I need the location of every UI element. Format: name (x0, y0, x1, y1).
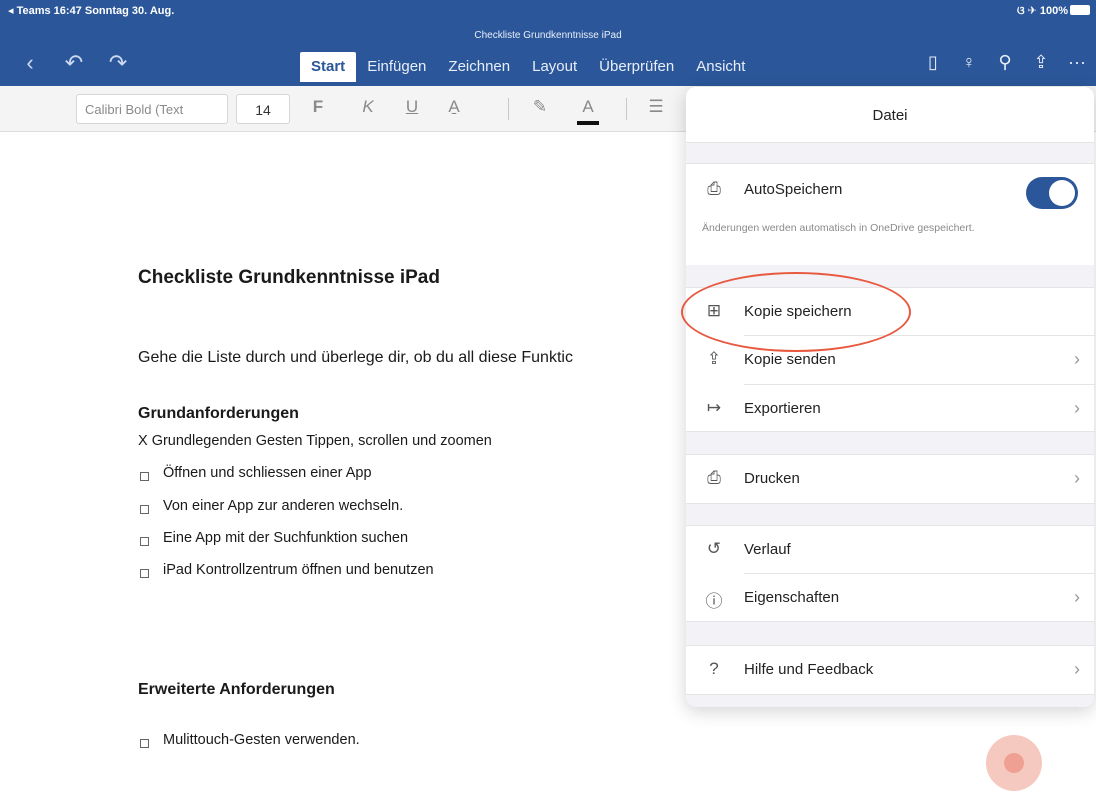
more-icon[interactable]: ··· (1066, 52, 1088, 73)
autosave-row: ⎙ AutoSpeichern (686, 166, 1094, 214)
checklist-item: Öffnen und schliessen einer App (163, 465, 372, 481)
doc-intro: Gehe die Liste durch und überlege dir, o… (138, 349, 573, 366)
header-actions: ▯ ♀ ⚲ ⇪ ··· (922, 52, 1088, 73)
ribbon-divider (626, 98, 627, 120)
history-icon: ↺ (706, 539, 722, 558)
section-heading-advanced: Erweiterte Anforderungen (138, 681, 335, 698)
doc-heading: Checkliste Grundkenntnisse iPad (138, 267, 440, 288)
menu-item-help[interactable]: ? Hilfe und Feedback › (686, 646, 1094, 694)
panel-title: Datei (686, 87, 1094, 143)
doc-line-x: X Grundlegenden Gesten Tippen, scrollen … (138, 433, 492, 449)
tab-ueberpruefen[interactable]: Überprüfen (588, 52, 685, 82)
ribbon-divider (508, 98, 509, 120)
menu-item-label: Eigenschaften (744, 589, 840, 606)
checkbox-icon[interactable] (140, 739, 149, 748)
text-effects-icon[interactable]: A̱ (442, 97, 466, 117)
share-icon[interactable]: ⇪ (1030, 52, 1052, 73)
chevron-right-icon: › (1074, 587, 1080, 607)
assistive-touch-button[interactable] (986, 735, 1042, 791)
back-icon[interactable]: ‹ (18, 50, 42, 76)
checkbox-icon[interactable] (140, 537, 149, 546)
info-icon: ⓘ (705, 592, 723, 611)
chevron-right-icon: › (1074, 659, 1080, 679)
checkbox-icon[interactable] (140, 472, 149, 481)
printer-icon: ⎙ (707, 468, 721, 487)
tab-ansicht[interactable]: Ansicht (685, 52, 756, 82)
search-icon[interactable]: ⚲ (994, 52, 1016, 73)
bold-button[interactable]: F (306, 97, 330, 117)
autosave-group: ⎙ AutoSpeichern (686, 163, 1094, 265)
export-icon: ↦ (706, 398, 722, 417)
menu-item-export[interactable]: ↦ Exportieren › (686, 385, 1094, 433)
battery-icon (1070, 5, 1090, 15)
highlighter-icon[interactable]: ✎ (528, 97, 552, 117)
print-group: ⎙ Drucken › (686, 454, 1094, 504)
checklist-item: Eine App mit der Suchfunktion suchen (163, 530, 409, 546)
status-right: ଓ ✈ 100% (1016, 5, 1068, 17)
phone-view-icon[interactable]: ▯ (922, 52, 944, 73)
tab-zeichnen[interactable]: Zeichnen (437, 52, 521, 82)
font-color-button[interactable]: A (576, 97, 600, 117)
font-name-field[interactable]: Calibri Bold (Text (76, 94, 228, 124)
document-title: Checkliste Grundkenntnisse iPad (474, 30, 622, 41)
menu-item-label: Drucken (744, 470, 800, 487)
bullet-list-icon[interactable]: ☰ (644, 97, 668, 117)
share-icon: ⇪ (706, 349, 722, 368)
chevron-right-icon: › (1074, 349, 1080, 369)
menu-item-label: Exportieren (744, 400, 821, 417)
menu-item-print[interactable]: ⎙ Drucken › (686, 455, 1094, 503)
checklist-item: Von einer App zur anderen wechseln. (163, 498, 404, 514)
font-color-swatch (577, 121, 599, 125)
checklist-item: iPad Kontrollzentrum öffnen und benutzen (163, 562, 434, 578)
app-header: ◂ Teams 16:47 Sonntag 30. Aug. ଓ ✈ 100% … (0, 0, 1096, 86)
toggle-knob (1049, 180, 1075, 206)
file-menu-panel: Datei ⎙ AutoSpeichern Änderungen werden … (686, 87, 1094, 707)
status-bar: ◂ Teams 16:47 Sonntag 30. Aug. ଓ ✈ 100% (0, 0, 1096, 20)
chevron-right-icon: › (1074, 468, 1080, 488)
menu-item-history[interactable]: ↺ Verlauf (686, 526, 1094, 574)
help-group: ? Hilfe und Feedback › (686, 645, 1094, 695)
menu-item-label: Verlauf (744, 541, 791, 558)
autosave-toggle[interactable] (1026, 177, 1078, 209)
status-left[interactable]: ◂ Teams 16:47 Sonntag 30. Aug. (8, 4, 174, 17)
autosave-icon: ⎙ (707, 179, 721, 198)
checkbox-icon[interactable] (140, 569, 149, 578)
info-group: ↺ Verlauf ⓘ Eigenschaften › (686, 525, 1094, 622)
tab-layout[interactable]: Layout (521, 52, 588, 82)
menu-item-label: Hilfe und Feedback (744, 661, 874, 678)
menu-item-label: Kopie senden (744, 351, 836, 368)
assistive-touch-dot (1004, 753, 1024, 773)
autosave-note: Änderungen werden automatisch in OneDriv… (702, 222, 975, 234)
underline-button[interactable]: U (400, 97, 424, 117)
ribbon-tabs: Start Einfügen Zeichnen Layout Überprüfe… (300, 52, 756, 82)
checkbox-icon[interactable] (140, 505, 149, 514)
italic-button[interactable]: K (356, 97, 380, 117)
checklist-item: Mulittouch-Gesten verwenden. (163, 732, 360, 748)
tab-start[interactable]: Start (300, 52, 357, 82)
menu-item-properties[interactable]: ⓘ Eigenschaften › (686, 574, 1094, 622)
undo-icon[interactable]: ↶ (62, 50, 86, 76)
font-size-field[interactable]: 14 (236, 94, 290, 124)
help-icon: ? (709, 659, 719, 678)
annotation-circle (681, 272, 911, 352)
redo-icon[interactable]: ↷ (106, 50, 130, 76)
autosave-label: AutoSpeichern (744, 181, 843, 198)
nav-icons: ‹ ↶ ↷ (18, 50, 130, 76)
lightbulb-icon[interactable]: ♀ (958, 52, 980, 73)
tab-einfuegen[interactable]: Einfügen (356, 52, 437, 82)
chevron-right-icon: › (1074, 398, 1080, 418)
section-heading-basic: Grundanforderungen (138, 405, 299, 422)
